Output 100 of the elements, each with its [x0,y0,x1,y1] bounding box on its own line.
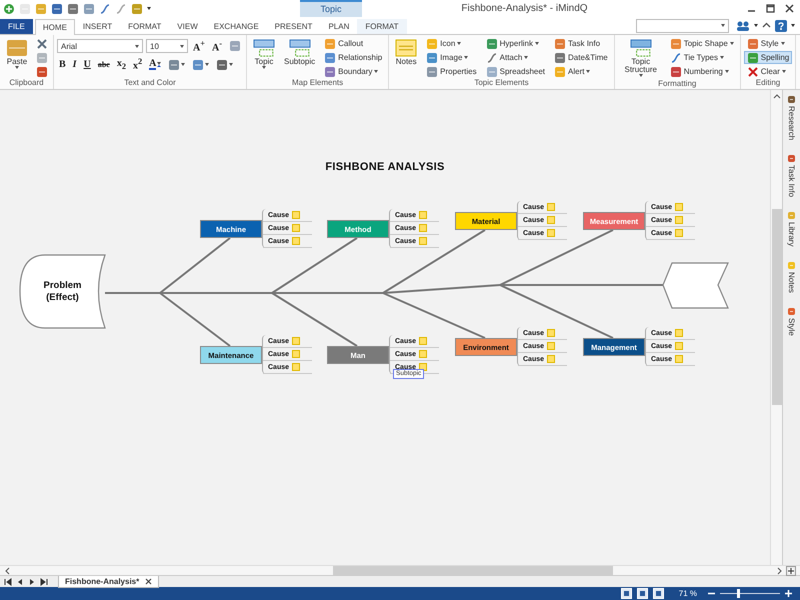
side-panel-tab[interactable]: Style [786,306,797,336]
ribbon-button[interactable]: Notes [392,37,420,68]
caret-icon [586,70,590,73]
caret-icon [135,44,139,48]
slider-thumb[interactable] [737,589,740,598]
group-label: Formatting [657,79,698,89]
close-icon[interactable] [145,578,152,584]
group-label: Topic Elements [473,78,530,89]
caret-icon [780,42,785,45]
format-button[interactable]: A$^{+}$ [191,40,207,52]
ribbon-button[interactable] [34,65,50,78]
scrollbar-thumb[interactable] [333,566,613,575]
ribbon-button[interactable]: Clear [744,65,792,78]
topic-icon [253,39,275,57]
ribbon-button[interactable]: Relationship [321,51,386,64]
new-map-icon[interactable] [3,2,15,14]
ribbon-button[interactable] [190,58,212,71]
diagram-title: FISHBONE ANALYSIS [324,161,446,173]
scroll-right-icon[interactable] [777,566,783,574]
context-tab-label[interactable]: Topic [300,0,362,17]
ribbon-button[interactable]: Topic Structure [618,37,664,79]
format-button[interactable]: A$^{-}$ [210,40,224,52]
ribbon-button[interactable]: Alert [551,65,611,78]
fit-page-icon[interactable] [620,588,632,599]
ribbon-tab[interactable]: VIEW [169,19,206,34]
ribbon-button[interactable]: Date&Time [551,51,611,64]
panel-icon [787,211,796,220]
ribbon-tab[interactable]: HOME [34,19,75,35]
close-icon[interactable] [785,4,794,13]
x-icon [746,66,759,78]
ribbon-button[interactable]: Properties [423,65,480,78]
ribbon-button[interactable]: Topic [250,37,278,71]
format-button[interactable]: I [70,58,79,71]
people-icon[interactable] [736,20,750,32]
side-panel-tab[interactable]: Task Info [786,153,797,198]
ribbon-button[interactable] [214,58,236,71]
scrollbar-thumb[interactable] [772,209,782,405]
panel-icon [787,95,796,104]
ribbon-button[interactable]: Attach [482,51,548,64]
ribbon-tab[interactable]: INSERT [74,19,120,34]
maximize-icon[interactable] [766,4,775,13]
caret-icon [721,24,725,27]
ribbon-button[interactable]: Paste [3,37,31,71]
ribbon-button[interactable]: Task Info [551,37,611,50]
caret-icon [262,66,266,69]
caret-icon [791,24,795,27]
zoom-in-icon[interactable] [785,590,792,597]
sheet-tab-label[interactable]: Fishbone-Analysis* [65,576,140,586]
side-panel-tab[interactable]: Notes [786,260,797,294]
ribbon-tab[interactable]: FORMAT [120,19,170,34]
structure-icon [630,39,652,57]
zoom-level-text: 71 % [678,589,697,598]
ribbon-button[interactable]: Style [744,37,792,50]
format-button[interactable]: B [57,58,68,71]
caret-icon [638,74,643,77]
scroll-left-icon[interactable] [4,566,10,574]
format-button[interactable]: x$_{2}$ [114,58,128,71]
panel-icon [787,260,796,270]
ribbon-button[interactable]: Icon [423,37,480,50]
ribbon-button[interactable]: Image [423,51,480,64]
font-combo-field[interactable]: Arial [57,39,143,53]
scroll-up-icon[interactable] [772,93,780,99]
add-icon[interactable] [786,566,796,576]
ribbon-button[interactable]: Spelling [744,51,792,64]
format-button[interactable]: U [82,58,93,71]
fit-height-icon[interactable] [652,588,664,599]
ribbon-button[interactable]: Subtopic [281,37,318,68]
sheet-nav-icon[interactable] [40,578,48,586]
chevron-up-icon[interactable] [762,21,771,30]
ribbon-button[interactable]: Topic Shape [666,37,737,50]
caret-icon [205,63,210,66]
curve-icon [670,52,682,64]
panel-icon [787,154,796,164]
ribbon-button[interactable]: Callout [321,37,386,50]
zoom-out-icon[interactable] [708,590,715,597]
ribbon-button[interactable]: Spreadsheet [482,65,548,78]
ribbon-button[interactable]: Tie Types [666,51,737,64]
font-combo-field[interactable]: 10 [146,39,188,53]
ribbon-button[interactable]: Numbering [666,65,737,78]
side-panel-tab[interactable]: Research [786,94,797,142]
fit-width-icon[interactable] [636,588,648,599]
format-button[interactable]: abc [96,58,112,71]
help-icon[interactable] [775,20,787,32]
sheet-tab[interactable]: Fishbone-Analysis* [58,576,160,588]
ribbon-button[interactable] [166,58,188,71]
branch-line [159,292,231,347]
ribbon-tab[interactable]: FILE [0,19,33,34]
format-button[interactable]: x$^{2}$ [130,58,144,71]
format-button[interactable]: A [147,58,164,71]
ribbon-tab[interactable]: EXCHANGE [206,19,267,34]
side-panel-tab[interactable]: Library [786,210,797,248]
ribbon-tab[interactable]: PLAN [320,19,358,34]
search-combo-field[interactable] [636,18,729,32]
ribbon-button[interactable]: Hyperlink [482,37,548,50]
ribbon-tab[interactable]: PRESENT [266,19,320,34]
ribbon-tab[interactable]: FORMAT [357,19,407,34]
panel-icon [787,306,796,316]
sheet-nav-icon[interactable] [4,578,12,586]
caret-icon [15,66,19,69]
ribbon-button[interactable]: Boundary [321,65,386,78]
